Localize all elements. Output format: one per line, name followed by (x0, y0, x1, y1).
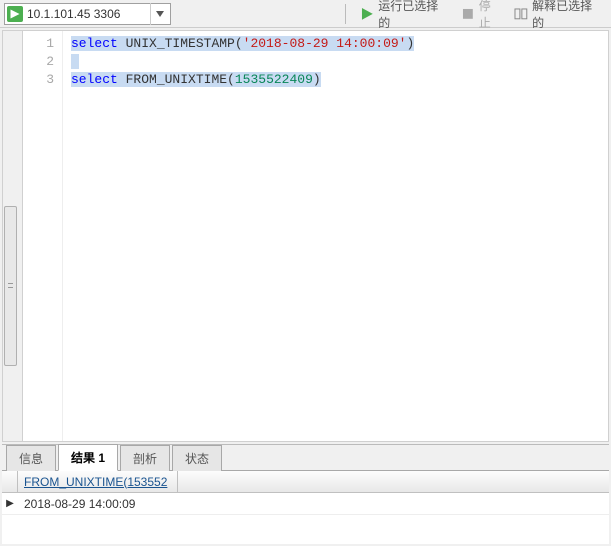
column-header[interactable]: FROM_UNIXTIME(153552 (18, 471, 178, 492)
explain-icon (514, 7, 528, 21)
code-line-1: select UNIX_TIMESTAMP('2018-08-29 14:00:… (71, 35, 608, 53)
chevron-down-icon[interactable] (150, 3, 168, 25)
tab-info[interactable]: 信息 (6, 445, 56, 471)
result-grid[interactable]: FROM_UNIXTIME(153552 ▶ 2018-08-29 14:00:… (2, 471, 609, 544)
tab-status[interactable]: 状态 (172, 445, 222, 471)
line-number: 2 (23, 53, 54, 71)
stop-button: 停止 (457, 0, 506, 33)
toolbar-divider (345, 4, 346, 24)
table-row[interactable]: ▶ 2018-08-29 14:00:09 (2, 493, 609, 515)
line-number: 1 (23, 35, 54, 53)
grid-corner (2, 471, 18, 492)
code-content[interactable]: select UNIX_TIMESTAMP('2018-08-29 14:00:… (63, 31, 608, 441)
line-number: 3 (23, 71, 54, 89)
current-row-indicator-icon: ▶ (2, 498, 18, 509)
scrollbar-thumb[interactable] (4, 206, 17, 366)
tab-result-1[interactable]: 结果 1 (58, 444, 118, 471)
explain-selected-button[interactable]: 解释已选择的 (510, 0, 607, 33)
sql-editor[interactable]: 1 2 3 select UNIX_TIMESTAMP('2018-08-29 … (23, 31, 608, 441)
stop-icon (461, 7, 475, 21)
cell-value[interactable]: 2018-08-29 14:00:09 (18, 497, 178, 511)
results-panel: 信息 结果 1 剖析 状态 FROM_UNIXTIME(153552 ▶ 201… (2, 444, 609, 544)
grid-header: FROM_UNIXTIME(153552 (2, 471, 609, 493)
tab-profile[interactable]: 剖析 (120, 445, 170, 471)
result-tabs: 信息 结果 1 剖析 状态 (2, 445, 609, 471)
vertical-scrollbar[interactable] (3, 31, 23, 441)
connection-label: 10.1.101.45 3306 (27, 7, 146, 21)
line-number-gutter: 1 2 3 (23, 31, 63, 441)
connection-icon (7, 6, 23, 22)
connection-selector[interactable]: 10.1.101.45 3306 (4, 3, 171, 25)
toolbar: 10.1.101.45 3306 运行已选择的 停止 解释已选择的 (0, 0, 611, 28)
run-label: 运行已选择的 (378, 0, 449, 31)
code-line-2 (71, 53, 608, 71)
stop-label: 停止 (479, 0, 503, 31)
editor-area: 1 2 3 select UNIX_TIMESTAMP('2018-08-29 … (2, 30, 609, 442)
code-line-3: select FROM_UNIXTIME(1535522409) (71, 71, 608, 89)
play-icon (360, 7, 374, 21)
explain-label: 解释已选择的 (532, 0, 603, 31)
run-selected-button[interactable]: 运行已选择的 (356, 0, 453, 33)
